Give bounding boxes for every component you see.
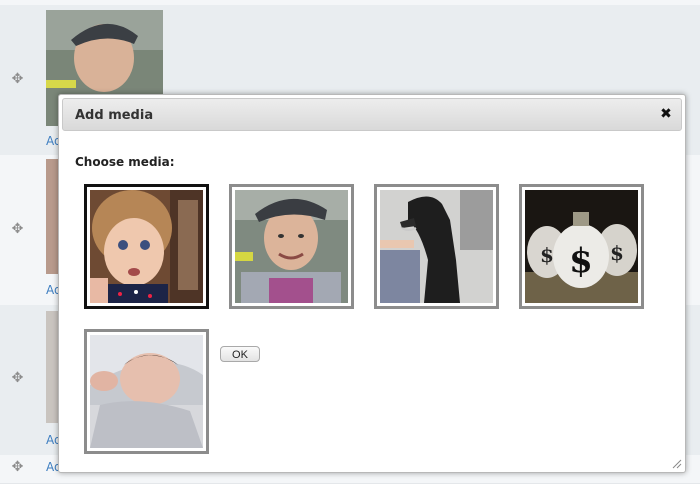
dialog-title: Add media	[75, 108, 154, 123]
dialog-titlebar[interactable]: Add media ✖	[62, 98, 682, 131]
dog-image	[380, 190, 493, 303]
move-icon[interactable]: ✥	[11, 371, 24, 385]
media-option-woman[interactable]	[229, 184, 354, 309]
svg-text:$: $	[569, 241, 593, 281]
move-icon[interactable]: ✥	[11, 460, 24, 474]
close-icon[interactable]: ✖	[659, 107, 673, 121]
media-option-money[interactable]: $ $ $	[519, 184, 644, 309]
row-thumbnail	[46, 159, 58, 274]
money-bags-image: $ $ $	[525, 190, 638, 303]
svg-text:$: $	[610, 241, 624, 265]
woman-image	[235, 190, 348, 303]
media-option-dog[interactable]	[374, 184, 499, 309]
media-option-newborn[interactable]	[84, 329, 209, 454]
ok-button[interactable]: OK	[220, 346, 260, 362]
move-icon[interactable]: ✥	[11, 72, 24, 86]
resize-grip-icon[interactable]	[672, 459, 682, 469]
choose-media-label: Choose media:	[75, 155, 175, 169]
move-icon[interactable]: ✥	[11, 222, 24, 236]
newborn-image	[90, 335, 203, 448]
row-thumbnail	[46, 311, 58, 423]
media-option-toddler[interactable]	[84, 184, 209, 309]
svg-text:$: $	[540, 243, 554, 267]
add-media-dialog: Add media ✖ Choose media: $ $ $ OK	[58, 94, 686, 473]
toddler-image	[90, 190, 203, 303]
